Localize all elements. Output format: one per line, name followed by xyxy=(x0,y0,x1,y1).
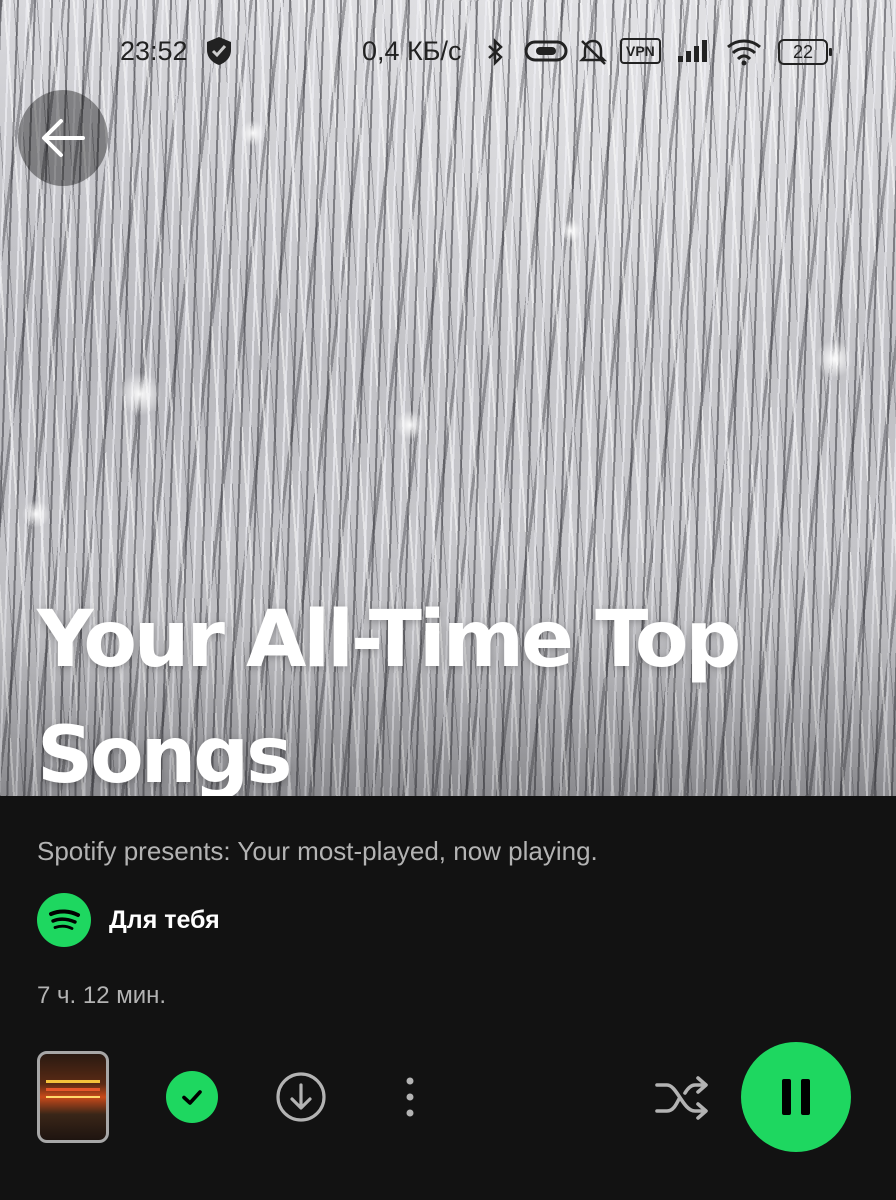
cover-art-detail xyxy=(46,1096,100,1098)
more-options-button[interactable] xyxy=(390,1071,430,1123)
battery-indicator: 22 xyxy=(778,39,832,65)
pause-icon xyxy=(782,1079,810,1115)
download-circle-icon xyxy=(276,1072,326,1122)
spotify-logo-icon xyxy=(37,893,91,947)
status-bar: 23:52 0,4 КБ/с VPN 22 xyxy=(0,28,896,74)
cover-sparkle xyxy=(240,120,266,146)
shield-icon xyxy=(207,37,231,65)
check-icon xyxy=(182,1090,202,1105)
cover-sparkle xyxy=(118,372,162,416)
cover-sparkle xyxy=(815,340,853,378)
wifi-icon xyxy=(727,39,761,66)
playlist-cover-hero: 23:52 0,4 КБ/с VPN 22 Your All-Time Top … xyxy=(0,0,896,796)
cover-sparkle xyxy=(22,500,50,528)
signal-icon xyxy=(678,40,707,62)
vpn-badge: VPN xyxy=(620,38,661,64)
playlist-owner[interactable]: Для тебя xyxy=(37,893,220,947)
status-time: 23:52 xyxy=(120,36,188,66)
link-icon xyxy=(524,40,568,62)
playlist-title: Your All-Time Top Songs xyxy=(37,595,741,796)
back-button[interactable] xyxy=(18,90,108,186)
cover-art-detail xyxy=(46,1088,100,1091)
play-pause-button[interactable] xyxy=(741,1042,851,1152)
cover-sparkle xyxy=(395,410,425,440)
bluetooth-icon xyxy=(488,38,503,66)
more-vertical-icon xyxy=(406,1077,414,1117)
playlist-duration: 7 ч. 12 мин. xyxy=(37,982,167,1009)
cover-sparkle xyxy=(560,220,582,242)
mute-bell-icon xyxy=(578,39,608,65)
network-speed: 0,4 КБ/с xyxy=(362,36,462,66)
owner-name: Для тебя xyxy=(109,905,220,934)
added-to-library-button[interactable] xyxy=(166,1071,218,1123)
playlist-description: Spotify presents: Your most-played, now … xyxy=(37,836,598,866)
shuffle-button[interactable] xyxy=(650,1070,714,1126)
playlist-cover-thumbnail[interactable] xyxy=(37,1051,109,1143)
arrow-left-icon xyxy=(42,119,85,157)
cover-art-detail xyxy=(46,1080,100,1083)
download-button[interactable] xyxy=(275,1071,327,1123)
shuffle-icon xyxy=(655,1076,708,1120)
